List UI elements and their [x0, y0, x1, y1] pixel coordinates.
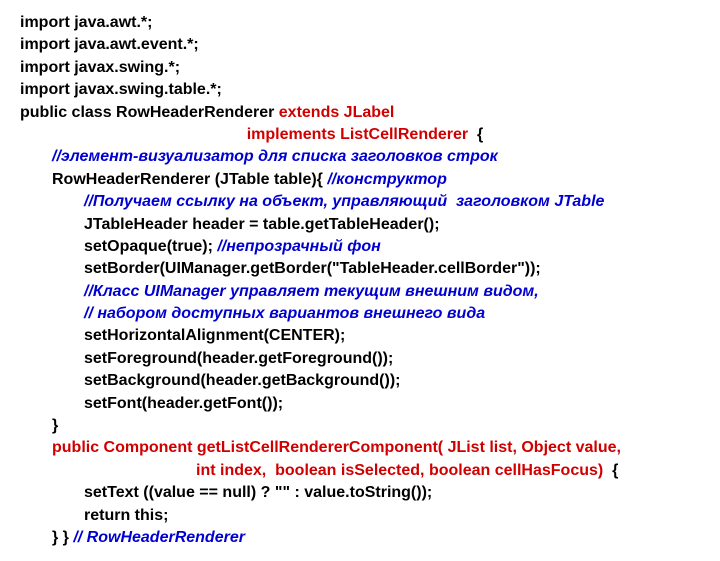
code-token: setForeground(header.getForeground());	[84, 350, 393, 367]
code-token: // набором доступных вариантов внешнего …	[84, 305, 485, 322]
code-line: import javax.swing.*;	[20, 57, 700, 79]
code-token: return this;	[84, 507, 168, 524]
code-line: setBackground(header.getBackground());	[20, 370, 700, 392]
code-token: extends JLabel	[279, 104, 395, 121]
code-token: //конструктор	[327, 171, 447, 188]
code-line: setForeground(header.getForeground());	[20, 348, 700, 370]
code-token: setHorizontalAlignment(CENTER);	[84, 327, 345, 344]
code-line: import java.awt.event.*;	[20, 34, 700, 56]
code-block: import java.awt.*; import java.awt.event.…	[20, 12, 700, 549]
code-line: } } // RowHeaderRenderer	[20, 527, 700, 549]
code-line: setOpaque(true); //непрозрачный фон	[20, 236, 700, 258]
code-token: import javax.swing.*;	[20, 59, 180, 76]
code-token: setFont(header.getFont());	[84, 395, 283, 412]
code-line: import java.awt.*;	[20, 12, 700, 34]
code-line: int index, boolean isSelected, boolean c…	[20, 460, 700, 482]
code-token: import java.awt.event.*;	[20, 36, 199, 53]
code-token: implements ListCellRenderer	[247, 126, 468, 143]
code-line: implements ListCellRenderer {	[20, 124, 700, 146]
code-line: setBorder(UIManager.getBorder("TableHead…	[20, 258, 700, 280]
code-line: setText ((value == null) ? "" : value.to…	[20, 482, 700, 504]
code-token: //элемент-визуализатор для списка заголо…	[52, 148, 498, 165]
code-line: //элемент-визуализатор для списка заголо…	[20, 146, 700, 168]
code-token	[20, 126, 247, 143]
code-token: public Component getListCellRendererComp…	[52, 439, 621, 456]
code-line: public Component getListCellRendererComp…	[20, 437, 700, 459]
code-line: import javax.swing.table.*;	[20, 79, 700, 101]
code-token: {	[468, 126, 483, 143]
code-token: import javax.swing.table.*;	[20, 81, 222, 98]
code-token: RowHeaderRenderer (JTable table){	[52, 171, 327, 188]
code-token: setText ((value == null) ? "" : value.to…	[84, 484, 432, 501]
code-line: //Получаем ссылку на объект, управляющий…	[20, 191, 700, 213]
code-token: setOpaque(true);	[84, 238, 217, 255]
code-token: int index, boolean isSelected, boolean c…	[196, 462, 603, 479]
code-token: JTableHeader header = table.getTableHead…	[84, 216, 440, 233]
code-token: setBackground(header.getBackground());	[84, 372, 400, 389]
code-token: }	[52, 417, 58, 434]
code-token: } }	[52, 529, 73, 546]
code-line: public class RowHeaderRenderer extends J…	[20, 102, 700, 124]
code-token: setBorder(UIManager.getBorder("TableHead…	[84, 260, 541, 277]
code-token: public class RowHeaderRenderer	[20, 104, 279, 121]
code-line: // набором доступных вариантов внешнего …	[20, 303, 700, 325]
code-token: //непрозрачный фон	[217, 238, 380, 255]
code-token: //Класс UIManager управляет текущим внеш…	[84, 283, 539, 300]
code-line: }	[20, 415, 700, 437]
code-token: //Получаем ссылку на объект, управляющий…	[84, 193, 604, 210]
code-token: import java.awt.*;	[20, 14, 152, 31]
code-line: setFont(header.getFont());	[20, 393, 700, 415]
code-token: {	[603, 462, 618, 479]
code-line: return this;	[20, 505, 700, 527]
code-line: //Класс UIManager управляет текущим внеш…	[20, 281, 700, 303]
code-line: RowHeaderRenderer (JTable table){ //конс…	[20, 169, 700, 191]
code-token: // RowHeaderRenderer	[73, 529, 245, 546]
code-line: JTableHeader header = table.getTableHead…	[20, 214, 700, 236]
code-line: setHorizontalAlignment(CENTER);	[20, 325, 700, 347]
